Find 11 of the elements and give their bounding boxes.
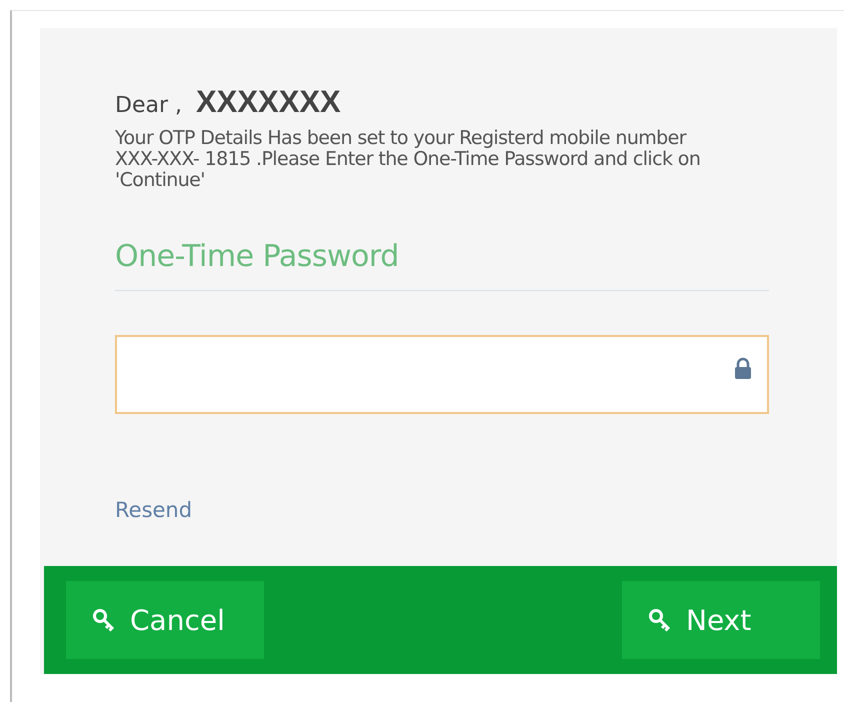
section-title: One-Time Password	[115, 239, 769, 291]
lock-icon	[733, 357, 753, 379]
otp-message: Your OTP Details Has been set to your Registerd mobile number XXX-XXX- 1815 .Please Enter the One-Time Password and click on 'Continue'	[115, 128, 702, 191]
next-button[interactable]: Next	[622, 581, 820, 659]
resend-link[interactable]: Resend	[115, 498, 192, 522]
greeting-label: Dear ,	[115, 93, 182, 118]
cancel-button[interactable]: Cancel	[66, 581, 264, 659]
key-icon	[92, 608, 116, 632]
otp-input-field[interactable]	[115, 335, 769, 414]
key-icon	[648, 608, 672, 632]
customer-name: XXXXXXX	[196, 84, 341, 120]
